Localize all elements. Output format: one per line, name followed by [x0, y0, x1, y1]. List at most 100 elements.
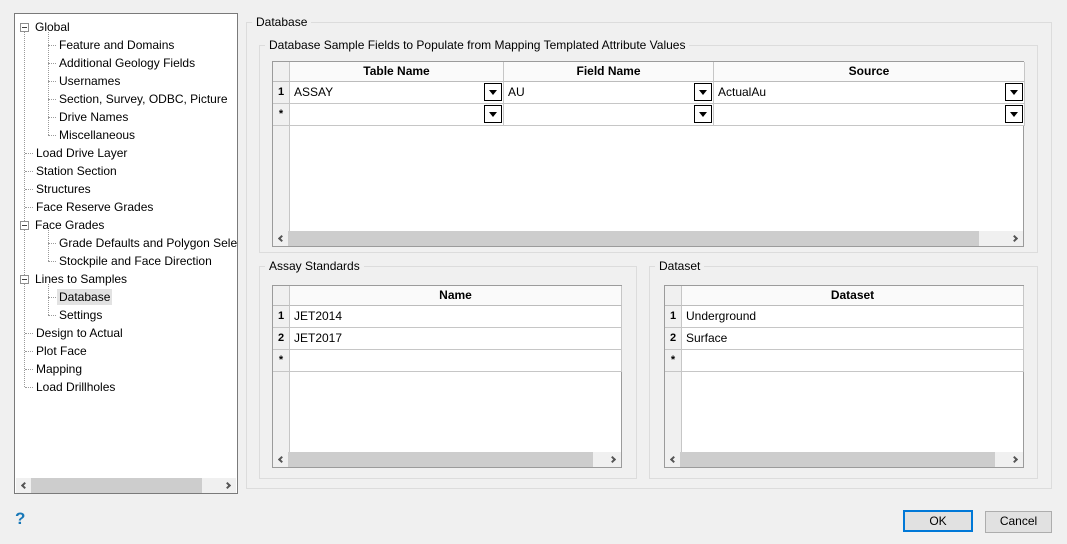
- scroll-right-arrow[interactable]: [1008, 231, 1023, 246]
- tree-connector-tick: [25, 387, 33, 388]
- row-header[interactable]: *: [273, 104, 290, 126]
- tree-item-feature-and-domains[interactable]: Feature and Domains: [15, 36, 237, 54]
- row-header[interactable]: *: [273, 350, 290, 372]
- tree-item-station-section[interactable]: Station Section: [15, 162, 237, 180]
- row-header[interactable]: *: [665, 350, 682, 372]
- tree-expander-minus-icon[interactable]: [20, 23, 29, 32]
- tree-item-design-to-actual[interactable]: Design to Actual: [15, 324, 237, 342]
- tree-item-label: Drive Names: [57, 109, 130, 125]
- tree-item-additional-geology-fields[interactable]: Additional Geology Fields: [15, 54, 237, 72]
- grid-cell[interactable]: ASSAY: [290, 82, 504, 104]
- help-icon[interactable]: ?: [15, 509, 25, 529]
- tree-item-load-drive-layer[interactable]: Load Drive Layer: [15, 144, 237, 162]
- ok-button[interactable]: OK: [903, 510, 973, 532]
- grid-cell[interactable]: ActualAu: [714, 82, 1025, 104]
- scrollbar-thumb[interactable]: [288, 452, 593, 467]
- scroll-right-arrow[interactable]: [606, 452, 621, 467]
- grid-cell[interactable]: JET2014: [290, 306, 622, 328]
- grid-empty-area: [665, 372, 1023, 452]
- horizontal-scrollbar[interactable]: [16, 478, 236, 493]
- grid-row: 1Underground: [665, 306, 1023, 328]
- tree-item-stockpile-and-face-direction[interactable]: Stockpile and Face Direction: [15, 252, 237, 270]
- scrollbar-track[interactable]: [680, 452, 1008, 467]
- horizontal-scrollbar[interactable]: [665, 452, 1023, 467]
- dropdown-button[interactable]: [694, 105, 712, 123]
- tree-connector-tick: [48, 45, 56, 46]
- grid-cell[interactable]: AU: [504, 82, 714, 104]
- tree-item-face-grades[interactable]: Face Grades: [15, 216, 237, 234]
- column-header[interactable]: Source: [714, 62, 1025, 82]
- column-header[interactable]: Table Name: [290, 62, 504, 82]
- dropdown-button[interactable]: [484, 83, 502, 101]
- tree-connector-tick: [48, 135, 56, 136]
- tree-item-grade-defaults-and-polygon-selec[interactable]: Grade Defaults and Polygon Selec: [15, 234, 237, 252]
- grid-cell[interactable]: JET2017: [290, 328, 622, 350]
- row-header[interactable]: 1: [273, 82, 290, 104]
- tree-item-label: Miscellaneous: [57, 127, 137, 143]
- grid-cell[interactable]: Surface: [682, 328, 1024, 350]
- grid-cell[interactable]: [504, 104, 714, 126]
- scrollbar-thumb[interactable]: [680, 452, 995, 467]
- grid-cell[interactable]: [290, 350, 622, 372]
- horizontal-scrollbar[interactable]: [273, 452, 621, 467]
- sample-fields-grid[interactable]: Table NameField NameSource 1ASSAYAUActual…: [272, 61, 1024, 247]
- tree-expander-minus-icon[interactable]: [20, 275, 29, 284]
- tree-item-section-survey-odbc-picture[interactable]: Section, Survey, ODBC, Picture: [15, 90, 237, 108]
- tree-item-mapping[interactable]: Mapping: [15, 360, 237, 378]
- scroll-left-arrow[interactable]: [273, 231, 288, 246]
- grid-cell[interactable]: Underground: [682, 306, 1024, 328]
- row-header[interactable]: 2: [665, 328, 682, 350]
- tree-item-settings[interactable]: Settings: [15, 306, 237, 324]
- sample-fields-group: Database Sample Fields to Populate from …: [259, 45, 1038, 253]
- scrollbar-track[interactable]: [288, 452, 606, 467]
- tree-item-database[interactable]: Database: [15, 288, 237, 306]
- dropdown-button[interactable]: [1005, 83, 1023, 101]
- dropdown-button[interactable]: [484, 105, 502, 123]
- row-header[interactable]: 2: [273, 328, 290, 350]
- cancel-button[interactable]: Cancel: [985, 511, 1052, 533]
- settings-tree[interactable]: GlobalFeature and DomainsAdditional Geol…: [14, 13, 238, 494]
- scrollbar-thumb[interactable]: [31, 478, 202, 493]
- scrollbar-track[interactable]: [31, 478, 221, 493]
- tree-expander-minus-icon[interactable]: [20, 221, 29, 230]
- tree-item-miscellaneous[interactable]: Miscellaneous: [15, 126, 237, 144]
- scroll-left-arrow[interactable]: [665, 452, 680, 467]
- dropdown-arrow-icon: [1010, 112, 1018, 117]
- grid-corner-cell: [665, 286, 682, 306]
- tree-item-usernames[interactable]: Usernames: [15, 72, 237, 90]
- tree-item-plot-face[interactable]: Plot Face: [15, 342, 237, 360]
- grid-cell[interactable]: [290, 104, 504, 126]
- grid-cell[interactable]: [714, 104, 1025, 126]
- horizontal-scrollbar[interactable]: [273, 231, 1023, 246]
- dropdown-button[interactable]: [694, 83, 712, 101]
- scrollbar-thumb[interactable]: [288, 231, 979, 246]
- scroll-right-arrow[interactable]: [1008, 452, 1023, 467]
- tree-connector-tick: [48, 297, 56, 298]
- grid-cell-value: JET2017: [294, 331, 342, 345]
- column-header[interactable]: Name: [290, 286, 622, 306]
- tree-item-lines-to-samples[interactable]: Lines to Samples: [15, 270, 237, 288]
- assay-standards-grid[interactable]: Name1JET20142 JET2017 *: [272, 285, 622, 468]
- dropdown-button[interactable]: [1005, 105, 1023, 123]
- dropdown-arrow-icon: [489, 90, 497, 95]
- tree-item-structures[interactable]: Structures: [15, 180, 237, 198]
- column-header[interactable]: Dataset: [682, 286, 1024, 306]
- grid-cell[interactable]: [682, 350, 1024, 372]
- row-header[interactable]: 1: [665, 306, 682, 328]
- scroll-left-arrow[interactable]: [16, 478, 31, 493]
- row-header[interactable]: 1: [273, 306, 290, 328]
- tree-item-drive-names[interactable]: Drive Names: [15, 108, 237, 126]
- assay-standards-group-label: Assay Standards: [265, 259, 364, 273]
- scroll-left-arrow[interactable]: [273, 452, 288, 467]
- column-header[interactable]: Field Name: [504, 62, 714, 82]
- tree-connector-tick: [48, 99, 56, 100]
- tree-connector-tick: [25, 189, 33, 190]
- tree-connector-tick: [25, 369, 33, 370]
- scroll-right-arrow[interactable]: [221, 478, 236, 493]
- tree-item-global[interactable]: Global: [15, 18, 237, 36]
- dataset-grid[interactable]: Dataset1Underground2Surface*: [664, 285, 1024, 468]
- scrollbar-track[interactable]: [288, 231, 1008, 246]
- tree-item-label: Lines to Samples: [33, 271, 129, 287]
- tree-item-load-drillholes[interactable]: Load Drillholes: [15, 378, 237, 396]
- tree-item-face-reserve-grades[interactable]: Face Reserve Grades: [15, 198, 237, 216]
